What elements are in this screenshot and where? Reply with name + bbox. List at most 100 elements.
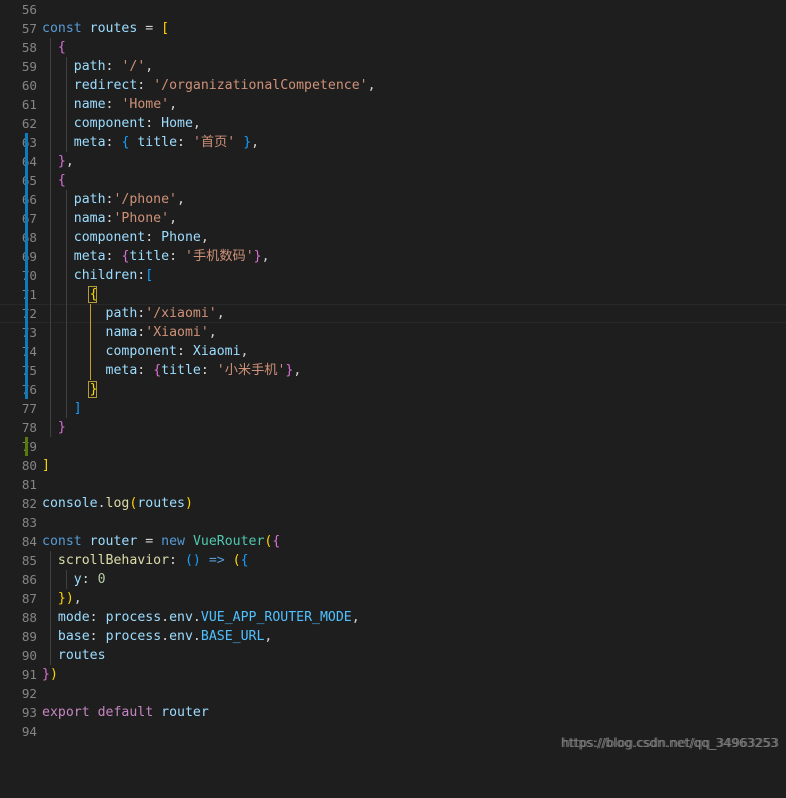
line-number: 93 bbox=[21, 705, 37, 720]
line-number: 60 bbox=[21, 78, 37, 93]
code-line[interactable]: 76 } bbox=[0, 380, 786, 399]
code-line[interactable]: 75 meta: {title: '小米手机'}, bbox=[0, 361, 786, 380]
code-line[interactable]: 87 }), bbox=[0, 589, 786, 608]
code-line[interactable]: 67 nama:'Phone', bbox=[0, 209, 786, 228]
line-content: component: Phone, bbox=[73, 230, 209, 245]
line-content: scrollBehavior: () => ({ bbox=[57, 553, 249, 568]
code-line[interactable]: 65 { bbox=[0, 171, 786, 190]
code-line[interactable]: 78 } bbox=[0, 418, 786, 437]
code-line[interactable]: 64 }, bbox=[0, 152, 786, 171]
code-line[interactable]: 77 ] bbox=[0, 399, 786, 418]
line-number: 67 bbox=[21, 211, 37, 226]
code-line[interactable]: 79 bbox=[0, 437, 786, 456]
line-number: 91 bbox=[21, 667, 37, 682]
line-content: const routes = [ bbox=[42, 21, 170, 36]
code-line[interactable]: 90 routes bbox=[0, 646, 786, 665]
code-line[interactable]: 80 ] bbox=[0, 456, 786, 475]
line-content: { bbox=[57, 40, 66, 55]
line-number: 81 bbox=[21, 477, 37, 492]
line-number: 76 bbox=[21, 382, 37, 397]
line-content: { bbox=[57, 173, 66, 188]
modified-line-indicator bbox=[25, 380, 28, 399]
line-number: 66 bbox=[21, 192, 37, 207]
code-line[interactable]: 73 nama:'Xiaomi', bbox=[0, 323, 786, 342]
line-content: }) bbox=[42, 667, 58, 682]
line-number: 77 bbox=[21, 401, 37, 416]
line-content: } bbox=[89, 382, 98, 397]
line-number: 69 bbox=[21, 249, 37, 264]
code-line[interactable]: 68 component: Phone, bbox=[0, 228, 786, 247]
line-number: 59 bbox=[21, 59, 37, 74]
code-line[interactable]: 62 component: Home, bbox=[0, 114, 786, 133]
added-line-indicator bbox=[25, 437, 28, 456]
watermark-url: https://blog.csdn.net/qq_34963253 bbox=[560, 736, 778, 750]
line-number: 83 bbox=[21, 515, 37, 530]
line-number: 87 bbox=[21, 591, 37, 606]
line-content: ] bbox=[42, 458, 50, 473]
code-line[interactable]: 82 console.log(routes) bbox=[0, 494, 786, 513]
line-content: component: Xiaomi, bbox=[105, 344, 249, 359]
modified-line-indicator bbox=[25, 361, 28, 380]
code-line[interactable]: 63 meta: { title: '首页' }, bbox=[0, 133, 786, 152]
code-editor[interactable]: 56 57 const routes = [ 58 { 59 path: '/'… bbox=[0, 0, 786, 756]
line-content: ] bbox=[73, 401, 82, 416]
line-number: 86 bbox=[21, 572, 37, 587]
code-line[interactable]: 58 { bbox=[0, 38, 786, 57]
line-content: path:'/xiaomi', bbox=[105, 306, 225, 321]
code-line[interactable]: 89 base: process.env.BASE_URL, bbox=[0, 627, 786, 646]
modified-line-indicator bbox=[25, 247, 28, 266]
code-line[interactable]: 84 const router = new VueRouter({ bbox=[0, 532, 786, 551]
line-number: 88 bbox=[21, 610, 37, 625]
code-line[interactable]: 60 redirect: '/organizationalCompetence'… bbox=[0, 76, 786, 95]
code-line[interactable]: 86 y: 0 bbox=[0, 570, 786, 589]
line-number: 58 bbox=[21, 40, 37, 55]
line-number: 61 bbox=[21, 97, 37, 112]
line-number: 82 bbox=[21, 496, 37, 511]
code-line[interactable]: 74 component: Xiaomi, bbox=[0, 342, 786, 361]
code-line[interactable]: 91 }) bbox=[0, 665, 786, 684]
modified-line-indicator bbox=[25, 228, 28, 247]
code-line[interactable]: 61 name: 'Home', bbox=[0, 95, 786, 114]
code-line[interactable]: 70 children:[ bbox=[0, 266, 786, 285]
line-number: 70 bbox=[21, 268, 37, 283]
line-number: 74 bbox=[21, 344, 37, 359]
line-content: path:'/phone', bbox=[73, 192, 185, 207]
code-line[interactable]: 88 mode: process.env.VUE_APP_ROUTER_MODE… bbox=[0, 608, 786, 627]
line-number: 75 bbox=[21, 363, 37, 378]
code-line[interactable]: 85 scrollBehavior: () => ({ bbox=[0, 551, 786, 570]
code-line-current[interactable]: 72 path:'/xiaomi', bbox=[0, 304, 786, 323]
line-number: 80 bbox=[21, 458, 37, 473]
line-content: nama:'Xiaomi', bbox=[105, 325, 217, 340]
modified-line-indicator bbox=[25, 285, 28, 304]
line-content: meta: {title: '手机数码'}, bbox=[73, 249, 270, 264]
code-line[interactable]: 69 meta: {title: '手机数码'}, bbox=[0, 247, 786, 266]
line-number: 85 bbox=[21, 553, 37, 568]
line-number: 68 bbox=[21, 230, 37, 245]
line-content: meta: {title: '小米手机'}, bbox=[105, 363, 302, 378]
code-line[interactable]: 59 path: '/', bbox=[0, 57, 786, 76]
modified-line-indicator bbox=[25, 323, 28, 342]
modified-line-indicator bbox=[25, 171, 28, 190]
line-number: 78 bbox=[21, 420, 37, 435]
code-line[interactable]: 83 bbox=[0, 513, 786, 532]
line-number: 79 bbox=[21, 439, 37, 454]
line-content: routes bbox=[57, 648, 106, 663]
line-content: path: '/', bbox=[73, 59, 154, 74]
code-line[interactable]: 56 bbox=[0, 0, 786, 19]
line-number: 73 bbox=[21, 325, 37, 340]
code-line[interactable]: 93 export default router bbox=[0, 703, 786, 722]
modified-line-indicator bbox=[25, 209, 28, 228]
line-content: export default router bbox=[42, 705, 209, 720]
code-line[interactable]: 71 { bbox=[0, 285, 786, 304]
modified-line-indicator bbox=[25, 133, 28, 152]
line-number: 57 bbox=[21, 21, 37, 36]
code-line[interactable]: 66 path:'/phone', bbox=[0, 190, 786, 209]
line-content: base: process.env.BASE_URL, bbox=[57, 629, 273, 644]
line-number: 63 bbox=[21, 135, 37, 150]
code-line[interactable]: 81 bbox=[0, 475, 786, 494]
line-content: redirect: '/organizationalCompetence', bbox=[73, 78, 376, 93]
code-line[interactable]: 92 bbox=[0, 684, 786, 703]
line-content: }), bbox=[57, 591, 82, 606]
line-number: 94 bbox=[21, 724, 37, 739]
code-line[interactable]: 57 const routes = [ bbox=[0, 19, 786, 38]
